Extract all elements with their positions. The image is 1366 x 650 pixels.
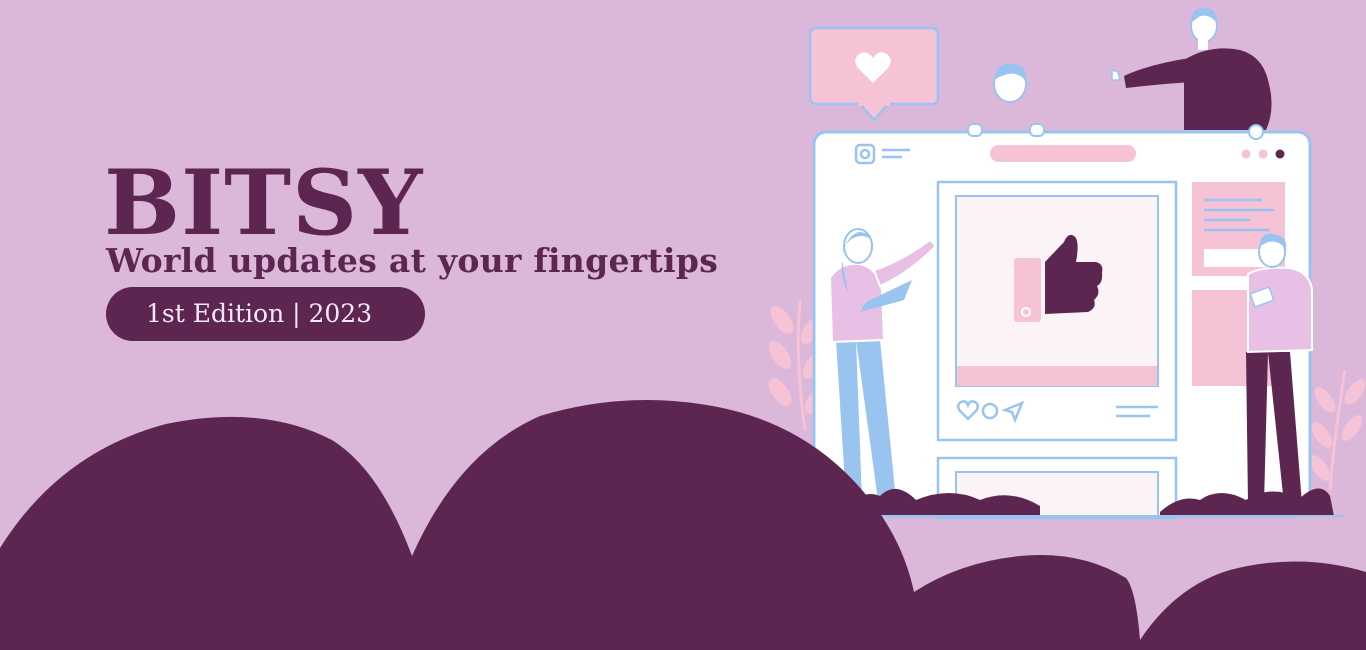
- edition-badge: 1st Edition | 2023: [106, 287, 425, 341]
- menu-dots-icon: [1241, 149, 1285, 159]
- heart-notification: [808, 26, 940, 122]
- tagline: World updates at your fingertips: [106, 241, 719, 280]
- person-peeking: [948, 63, 1084, 137]
- brand-title: BITSY: [104, 150, 424, 256]
- leaf-decoration-right: [1309, 369, 1366, 491]
- person-thumbs-up: [1111, 8, 1272, 140]
- address-bar: [990, 145, 1136, 162]
